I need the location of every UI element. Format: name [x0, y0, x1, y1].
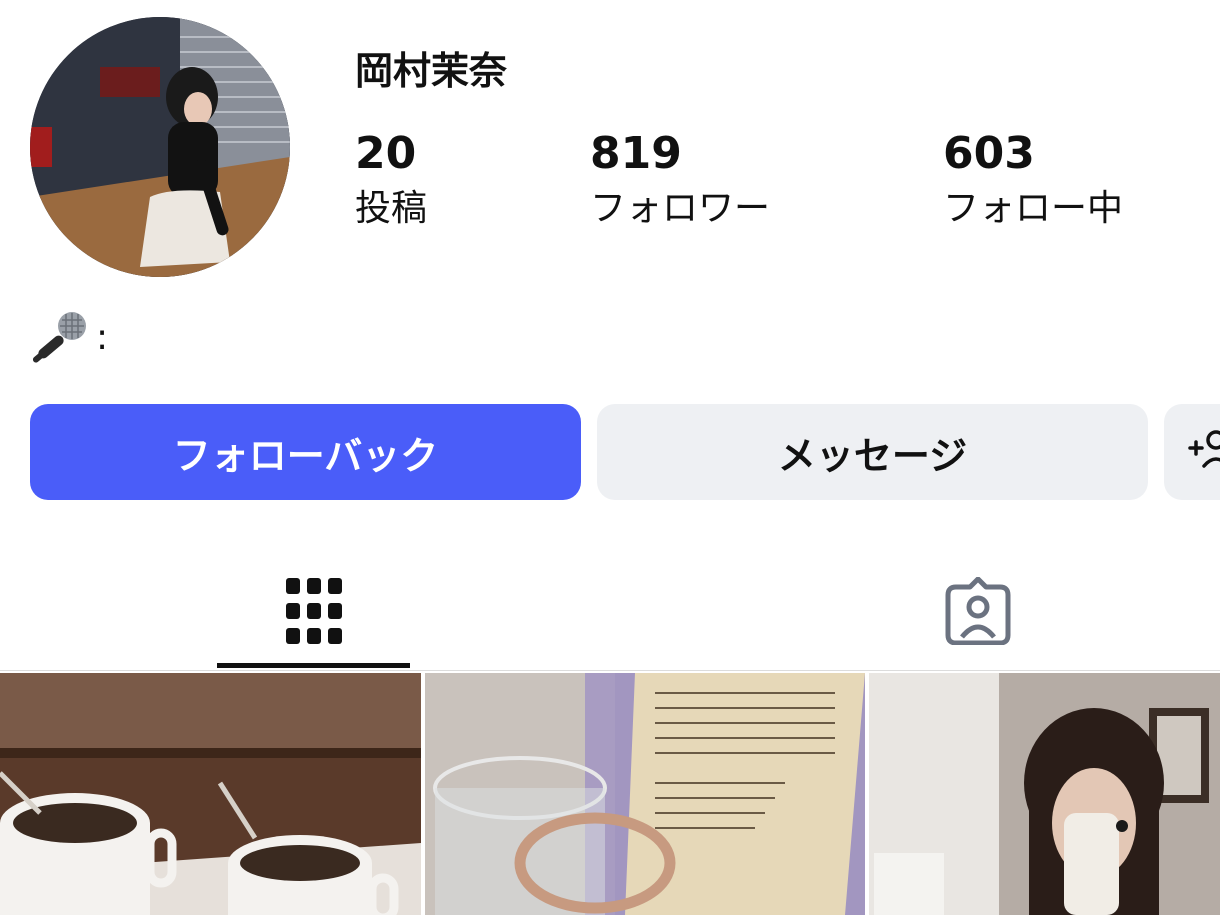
tagged-person-icon	[944, 576, 1012, 649]
post-thumbnail[interactable]	[425, 673, 865, 915]
bio-text: :	[96, 317, 109, 358]
tab-posts-grid[interactable]	[217, 555, 410, 670]
post-image	[425, 673, 865, 915]
profile-page: 岡村茉奈 20 投稿 819 フォロワー 603 フォロー中 : フォローバック…	[0, 0, 1220, 915]
posts-count: 20	[355, 128, 417, 179]
stat-following[interactable]: 603 フォロー中	[943, 128, 1123, 234]
following-label: フォロー中	[943, 188, 1124, 229]
post-image	[869, 673, 1220, 915]
profile-bio: :	[30, 308, 108, 368]
message-label: メッセージ	[777, 433, 968, 478]
follow-back-label: フォローバック	[172, 433, 439, 478]
followers-count: 819	[590, 128, 682, 179]
add-person-icon	[1186, 426, 1220, 479]
post-thumbnail[interactable]	[869, 673, 1220, 915]
stat-posts[interactable]: 20 投稿	[355, 128, 427, 234]
selected-tab-indicator	[217, 663, 410, 668]
grid-icon	[285, 577, 342, 648]
post-image	[0, 673, 421, 915]
profile-avatar[interactable]	[30, 17, 290, 277]
avatar-image	[30, 17, 290, 277]
message-button[interactable]: メッセージ	[597, 404, 1148, 500]
stat-followers[interactable]: 819 フォロワー	[590, 128, 770, 234]
add-person-button[interactable]	[1164, 404, 1220, 500]
profile-display-name: 岡村茉奈	[355, 49, 508, 93]
tab-tagged[interactable]	[900, 555, 1055, 670]
post-thumbnail[interactable]	[0, 673, 421, 915]
following-count: 603	[943, 128, 1035, 179]
posts-label: 投稿	[355, 188, 428, 229]
follow-back-button[interactable]: フォローバック	[30, 404, 581, 500]
tab-divider	[0, 670, 1220, 671]
microphone-icon	[30, 308, 92, 368]
followers-label: フォロワー	[590, 188, 771, 229]
